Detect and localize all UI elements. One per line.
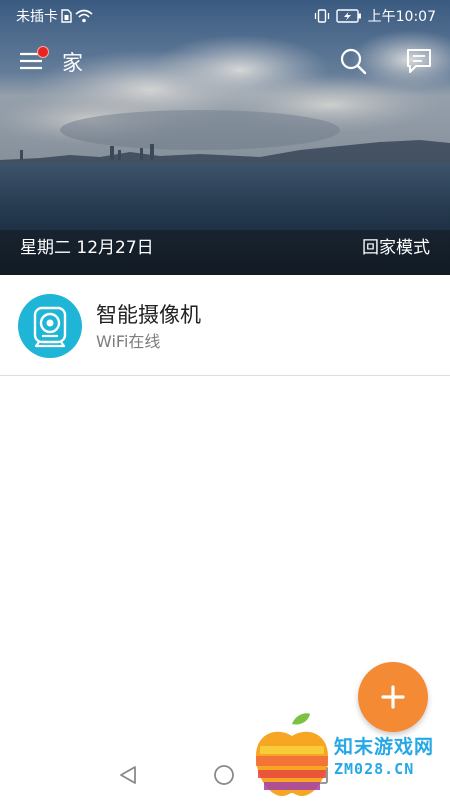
wifi-icon (75, 9, 93, 23)
device-name: 智能摄像机 (96, 303, 201, 327)
watermark-line2: ZM028.CN (334, 760, 415, 778)
notification-dot (37, 46, 49, 58)
home-icon[interactable] (213, 764, 235, 786)
back-icon[interactable] (117, 764, 139, 786)
watermark: 知末游戏网 ZM028.CN (252, 712, 450, 800)
message-icon (407, 49, 431, 73)
status-right: 上午10:07 (314, 6, 436, 26)
date-text: 星期二 12月27日 (20, 238, 154, 258)
vibrate-icon (314, 9, 329, 23)
camera-icon (18, 294, 82, 358)
carrier-text: 未插卡 (16, 9, 58, 25)
device-list-item[interactable]: 智能摄像机 WiFi在线 (0, 275, 450, 376)
battery-charging-icon (335, 9, 361, 23)
top-toolbar: 家 (0, 40, 450, 84)
scene-mode-button[interactable]: 回家模式 (362, 236, 430, 260)
search-icon (340, 48, 367, 75)
watermark-line1: 知末游戏网 (334, 736, 435, 758)
menu-button[interactable] (18, 46, 49, 76)
message-button[interactable] (404, 46, 434, 76)
apple-logo-icon (256, 713, 328, 796)
search-button[interactable] (338, 46, 368, 76)
home-title[interactable]: 家 (62, 50, 83, 76)
status-left: 未插卡 (16, 6, 93, 26)
device-status: WiFi在线 (96, 332, 161, 351)
clock-text: 上午10:07 (367, 9, 436, 25)
hero-header: 未插卡 上午10:07 家 星期二 12月27日 回家模式 (0, 0, 450, 275)
sim-icon (61, 9, 72, 23)
status-bar: 未插卡 上午10:07 (0, 0, 450, 32)
